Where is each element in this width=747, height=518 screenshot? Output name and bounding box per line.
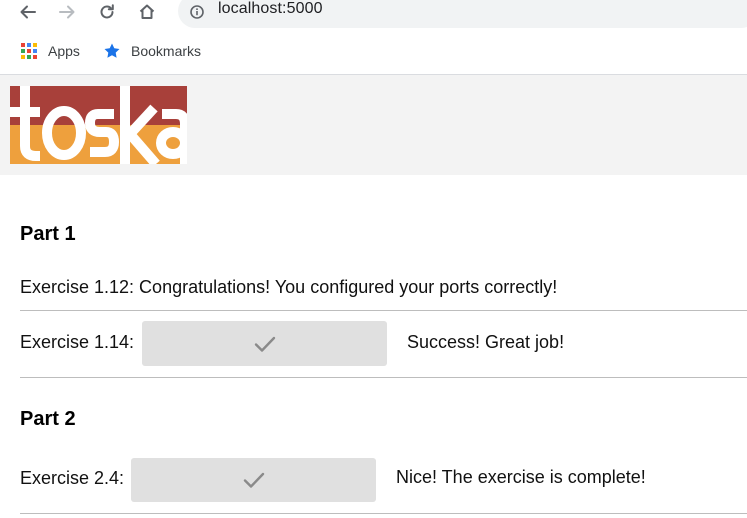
home-icon (139, 4, 155, 19)
arrow-left-icon (20, 5, 36, 19)
part-2-heading: Part 2 (20, 408, 76, 430)
bookmark-apps-label: Apps (48, 43, 80, 59)
reload-icon (100, 4, 114, 19)
arrow-right-icon (59, 5, 75, 19)
bookmarks-bar: Apps Bookmarks (0, 36, 747, 68)
exercise-1-14-label: Exercise 1.14: (20, 332, 135, 352)
info-icon[interactable] (190, 5, 204, 19)
star-icon (104, 43, 120, 58)
url-text: localhost:5000 (218, 0, 323, 17)
part-1-heading: Part 1 (20, 223, 76, 245)
toska-logo: toska (10, 86, 187, 164)
exercise-2-4-check-button[interactable] (131, 458, 376, 502)
exercise-2-4-message: Nice! The exercise is complete! (396, 467, 646, 487)
checkmark-icon (254, 336, 275, 352)
bookmark-bookmarks[interactable]: Bookmarks (103, 42, 201, 60)
bookmark-bookmarks-label: Bookmarks (131, 43, 202, 59)
home-button[interactable] (136, 0, 158, 24)
browser-toolbar: localhost:5000 (0, 0, 747, 28)
divider (20, 310, 747, 311)
reload-button[interactable] (96, 0, 118, 24)
page-header: toska (0, 75, 747, 175)
divider (20, 377, 747, 378)
forward-button[interactable] (56, 0, 78, 24)
divider (20, 513, 747, 514)
apps-grid-icon (21, 43, 37, 59)
exercise-1-12-text: Exercise 1.12: Congratulations! You conf… (20, 277, 558, 297)
checkmark-icon (243, 472, 264, 488)
address-bar[interactable]: localhost:5000 (178, 0, 747, 28)
exercise-2-4-label: Exercise 2.4: (20, 468, 125, 488)
back-button[interactable] (17, 0, 39, 24)
bookmark-apps[interactable]: Apps (20, 42, 80, 60)
exercise-1-14-check-button[interactable] (142, 321, 387, 366)
exercise-1-14-message: Success! Great job! (407, 332, 565, 352)
